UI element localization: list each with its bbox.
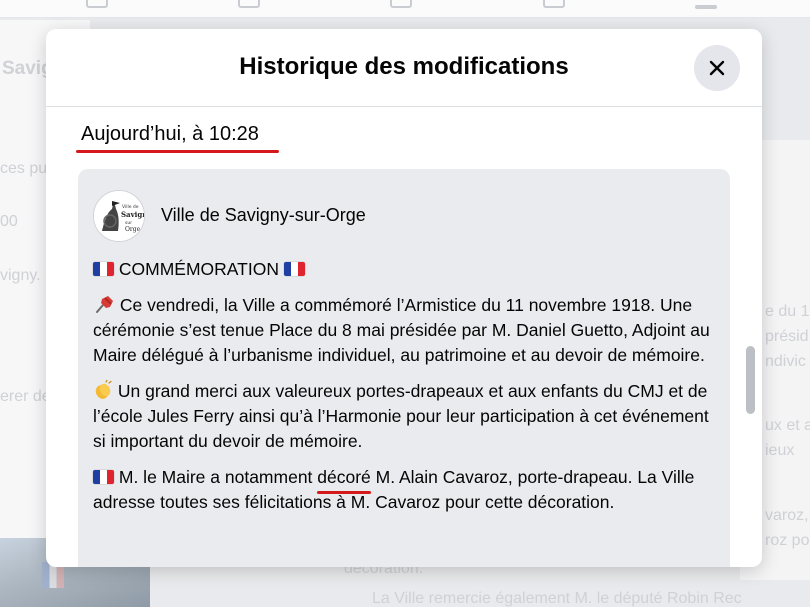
post-paragraph: Ce vendredi, la Ville a commémoré l’Armi…	[93, 293, 723, 368]
page-avatar[interactable]: Ville de Savigny sur Orge	[93, 190, 145, 242]
bg-text: ieux	[765, 442, 795, 459]
video-icon	[238, 0, 260, 8]
close-icon	[709, 60, 725, 76]
marketplace-icon	[390, 0, 412, 8]
post-paragraph: Un grand merci aux valeureux portes-drap…	[93, 379, 723, 454]
menu-icon	[695, 5, 717, 9]
france-flag-icon	[93, 262, 114, 276]
highlighted-word: décoré	[317, 465, 371, 494]
date-underline-annotation	[76, 150, 279, 153]
bg-text: vigny.	[0, 267, 41, 284]
france-flag-icon	[283, 262, 305, 276]
post-text: COMMÉMORATION Ce vendredi, la Ville a co…	[93, 257, 723, 526]
post-paragraph-text: Ce vendredi, la Ville a commémoré l’Armi…	[93, 295, 710, 365]
bg-text: 00	[0, 213, 18, 230]
groups-icon	[543, 0, 565, 8]
dialog-scrollbar[interactable]	[742, 109, 756, 567]
city-logo-icon: Ville de Savigny sur Orge	[94, 191, 145, 241]
post-paragraph-text: M. le Maire a notamment	[118, 467, 318, 487]
france-flag-icon	[93, 470, 114, 484]
bg-text: e du 1	[765, 303, 810, 320]
scrollbar-thumb[interactable]	[746, 346, 755, 414]
dialog-title: Historique des modifications	[239, 53, 569, 80]
svg-text:Orge: Orge	[125, 226, 141, 233]
bg-text: varoz,	[765, 507, 809, 524]
bg-text: présid	[765, 328, 809, 345]
bg-text: ndivic	[765, 353, 806, 370]
clapping-hands-icon	[95, 380, 112, 399]
background-top-bar	[0, 0, 810, 18]
bg-text: ces pu	[0, 160, 48, 177]
post-revision-card: Ville de Savigny sur Orge Ville de Savig…	[78, 169, 730, 567]
pushpin-icon	[96, 296, 113, 313]
bg-text: ux et a	[765, 417, 810, 434]
close-button[interactable]	[694, 45, 740, 91]
post-author[interactable]: Ville de Savigny-sur-Orge	[161, 205, 366, 226]
home-icon	[86, 0, 108, 8]
edit-history-dialog: Historique des modifications Aujourd’hui…	[46, 29, 762, 567]
revision-date: Aujourd’hui, à 10:28	[81, 123, 259, 145]
post-paragraph: M. le Maire a notamment décoré M. Alain …	[93, 465, 723, 515]
svg-text:Savigny: Savigny	[121, 210, 145, 219]
post-heading-text: COMMÉMORATION	[118, 259, 279, 279]
post-paragraph-text: Un grand merci aux valeureux portes-drap…	[93, 381, 709, 451]
bg-text: La Ville remercie également M. le député…	[372, 590, 742, 607]
post-paragraph: COMMÉMORATION	[93, 257, 723, 282]
bg-text: erer de	[0, 388, 51, 405]
dialog-header: Historique des modifications	[46, 29, 762, 107]
bg-text: roz po	[765, 532, 810, 549]
